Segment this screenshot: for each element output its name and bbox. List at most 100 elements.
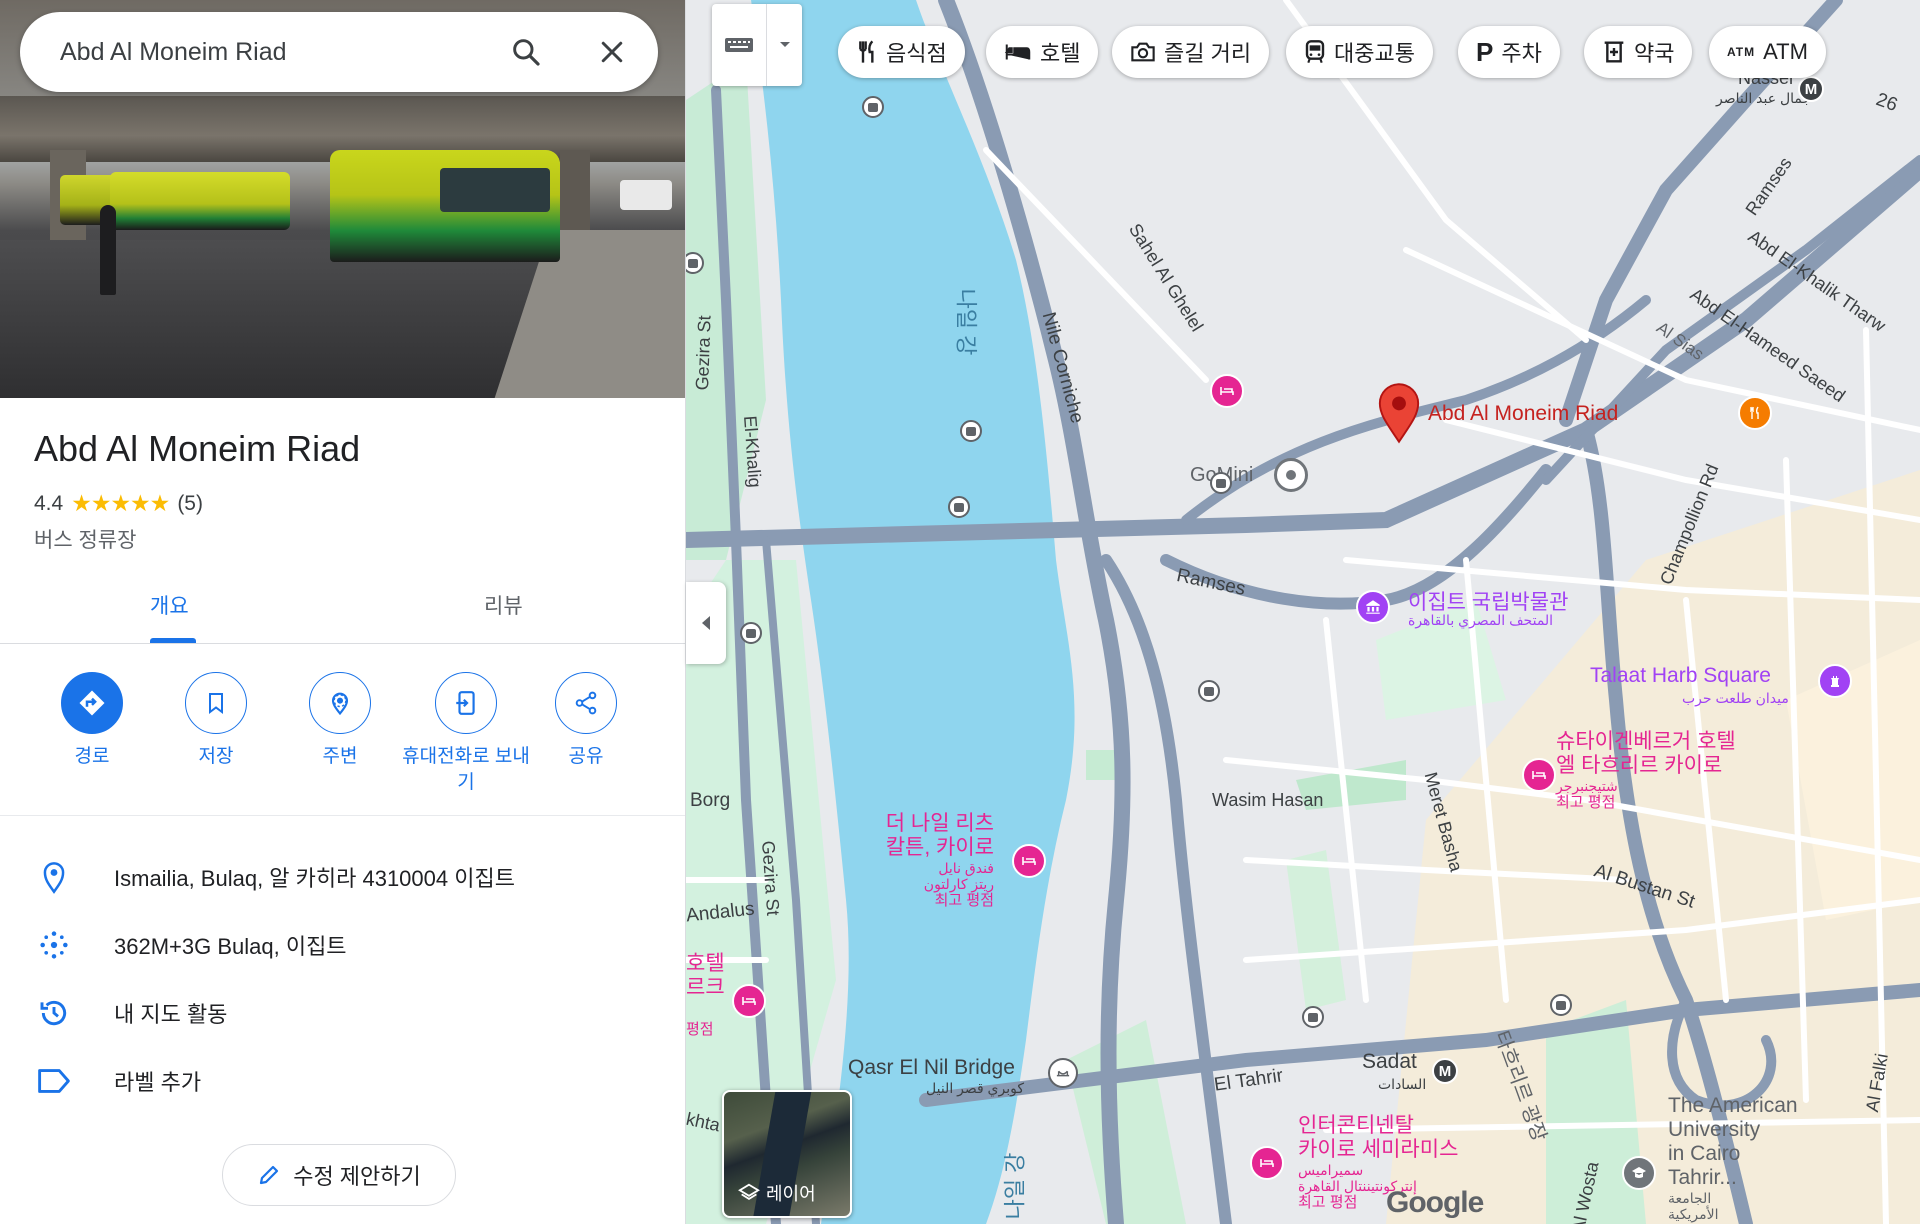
chip-transit-label: 대중교통: [1334, 41, 1415, 66]
hotel-poi-icon[interactable]: [1210, 374, 1244, 408]
nile-river-label-bottom: 나일 강: [1002, 1152, 1028, 1220]
chip-restaurants-label: 음식점: [886, 41, 947, 66]
directions-icon: [61, 672, 123, 734]
nasser-ar-label: جمال عبد الناصر: [1716, 90, 1812, 106]
star-rating-icon: ★★★★★: [71, 490, 170, 516]
collapse-panel-button[interactable]: [686, 582, 726, 664]
chip-parking-label: 주차: [1501, 41, 1542, 66]
send-to-phone-label: 휴대전화로 보내기: [402, 746, 530, 793]
share-icon: [555, 672, 617, 734]
metro-station-icon[interactable]: M: [1798, 76, 1824, 102]
talaat-harb-label[interactable]: Talaat Harb Square: [1590, 664, 1771, 688]
directions-button[interactable]: 경로: [30, 672, 154, 770]
bridge-icon[interactable]: [1048, 1058, 1078, 1088]
chip-hotels[interactable]: 호텔: [986, 26, 1099, 78]
university-icon[interactable]: [1622, 1156, 1656, 1190]
museum-icon[interactable]: [1356, 590, 1390, 624]
suggest-edit-button[interactable]: 수정 제안하기: [222, 1144, 456, 1206]
borg-label: Borg: [690, 790, 731, 811]
send-to-phone-icon: [435, 672, 497, 734]
chip-atm[interactable]: ATM ATM: [1709, 26, 1826, 78]
qasr-el-nil-ar-label: كوبري قصر النيل: [926, 1080, 1025, 1096]
location-pin-icon: [34, 860, 74, 894]
gomini-poi-icon[interactable]: [1274, 458, 1308, 492]
restaurant-poi-icon[interactable]: [1738, 396, 1772, 430]
map-base: [686, 0, 1920, 1224]
plus-code-row[interactable]: 362M+3G Bulaq, 이집트: [0, 913, 685, 977]
hotel-left-label[interactable]: 호텔 르크 평점: [686, 952, 725, 1060]
bus-stop-icon[interactable]: [960, 420, 982, 442]
steigenberger-ar: شتيجنبرجر: [1556, 778, 1618, 794]
bus-stop-icon[interactable]: [1198, 680, 1220, 702]
bus-stop-icon[interactable]: [740, 622, 762, 644]
hotel-left-rating: 평점: [686, 1021, 714, 1038]
selected-place-label[interactable]: Abd Al Moneim Riad: [1428, 402, 1618, 426]
chip-pharmacies[interactable]: 약국: [1584, 26, 1693, 78]
layers-label-row: 레이어: [738, 1180, 816, 1206]
hotel-poi-icon[interactable]: [1250, 1146, 1284, 1180]
tab-reviews[interactable]: 리뷰: [484, 590, 523, 620]
action-buttons: 경로 저장 주변 휴대전화로 보내기 공유: [0, 644, 685, 816]
place-tabs: 개요 리뷰: [0, 570, 685, 644]
place-panel: Abd Al Moneim Riad 4.4 ★★★★★ (5) 버스 정류장 …: [0, 0, 686, 1224]
landmark-icon[interactable]: [1818, 664, 1852, 698]
atm-icon: ATM: [1727, 45, 1756, 59]
send-to-phone-button[interactable]: 휴대전화로 보내기: [400, 672, 532, 796]
selected-place-pin-icon[interactable]: [1376, 382, 1422, 444]
nile-ritz-label[interactable]: 더 나일 리츠 칼튼, 카이로 فندق نايل ريتز كارلتون 최…: [878, 812, 994, 910]
chip-transit[interactable]: 대중교통: [1286, 26, 1433, 78]
review-count[interactable]: (5): [177, 492, 203, 516]
bus-stop-icon[interactable]: [1550, 994, 1572, 1016]
pharmacy-icon: [1602, 40, 1626, 64]
nile-ritz-rating: 최고 평점: [934, 892, 994, 909]
bus-stop-icon[interactable]: [1210, 472, 1232, 494]
pencil-icon: [260, 1165, 279, 1185]
nearby-button[interactable]: 주변: [278, 672, 402, 770]
layers-button[interactable]: 레이어: [722, 1090, 852, 1218]
restaurant-icon: [856, 40, 878, 64]
hotel-poi-icon[interactable]: [1012, 844, 1046, 878]
metro-station-icon[interactable]: M: [1432, 1058, 1458, 1084]
share-button[interactable]: 공유: [524, 672, 648, 770]
sadat-label[interactable]: Sadat: [1362, 1050, 1417, 1074]
nile-ritz-name-1: 더 나일 리츠: [885, 812, 994, 835]
steigenberger-label[interactable]: 슈타이겐베르거 호텔 엘 타흐리르 카이로 شتيجنبرجر 최고 평점: [1556, 730, 1736, 812]
hotel-icon: [1004, 42, 1032, 62]
chip-parking[interactable]: P 주차: [1458, 26, 1560, 78]
chip-restaurants[interactable]: 음식점: [838, 26, 965, 78]
gezira-st-label: Gezira St: [692, 315, 715, 391]
plus-code-text: 362M+3G Bulaq, 이집트: [114, 934, 347, 959]
nile-ritz-ar2: ريتز كارلتون: [923, 876, 994, 892]
close-icon[interactable]: [590, 30, 634, 74]
bus-stop-icon[interactable]: [948, 496, 970, 518]
keyboard-icon[interactable]: [712, 4, 766, 86]
save-button[interactable]: 저장: [154, 672, 278, 770]
label-icon: [34, 1067, 74, 1095]
search-icon[interactable]: [504, 30, 548, 74]
history-icon: [34, 997, 74, 1029]
auc-name-2: University: [1668, 1118, 1761, 1141]
hotel-poi-icon[interactable]: [732, 984, 766, 1018]
transit-icon: [1304, 40, 1326, 64]
bus-stop-icon[interactable]: [862, 96, 884, 118]
chevron-down-icon[interactable]: [766, 4, 802, 86]
address-row[interactable]: Ismailia, Bulaq, 알 카히라 4310004 이집트: [0, 845, 685, 909]
map-activity-row[interactable]: 내 지도 활동: [0, 981, 685, 1045]
nearby-icon: [309, 672, 371, 734]
hotel-left-name-1: 호텔: [686, 952, 725, 975]
qasr-el-nil-label[interactable]: Qasr El Nil Bridge: [848, 1056, 1015, 1080]
auc-ar2: الأمريكية: [1668, 1206, 1719, 1222]
tab-overview[interactable]: 개요: [150, 590, 189, 620]
chip-things-to-do[interactable]: 즐길 거리: [1112, 26, 1270, 78]
nile-river-label: 나일 강: [953, 288, 979, 356]
add-label-row[interactable]: 라벨 추가: [0, 1049, 685, 1113]
steigenberger-name-2: 엘 타흐리르 카이로: [1556, 754, 1723, 777]
search-input[interactable]: [60, 37, 490, 67]
bus-stop-icon[interactable]: [1302, 1006, 1324, 1028]
hotel-poi-icon[interactable]: [1522, 758, 1556, 792]
photo-bus: [110, 172, 290, 230]
auc-label[interactable]: The American University in Cairo Tahrir.…: [1668, 1094, 1798, 1222]
chip-hotels-label: 호텔: [1040, 41, 1081, 66]
place-category[interactable]: 버스 정류장: [34, 524, 136, 554]
map-canvas[interactable]: Abd Al Moneim Riad GoMini 나일 강 나일 강 Nile…: [686, 0, 1920, 1224]
